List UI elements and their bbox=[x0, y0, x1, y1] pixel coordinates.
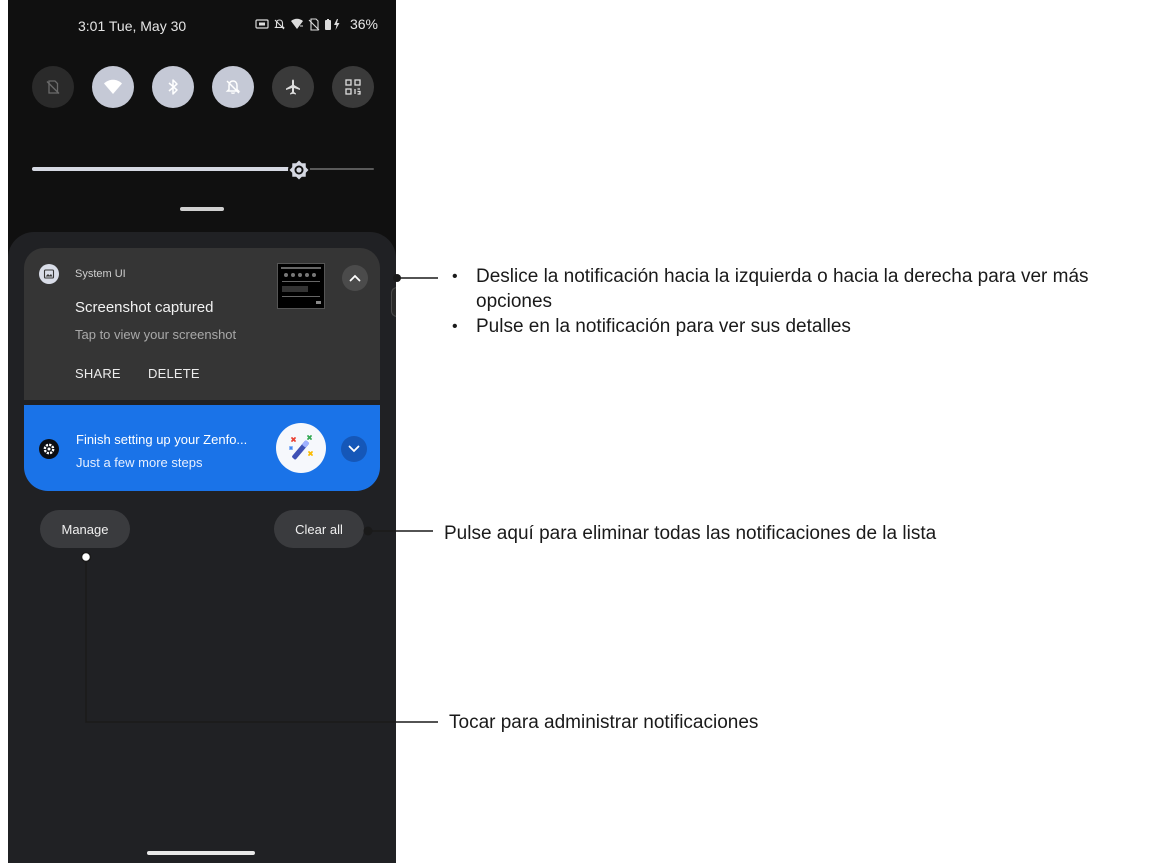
tile-do-not-disturb[interactable] bbox=[212, 66, 254, 108]
expand-button[interactable] bbox=[341, 436, 367, 462]
tile-airplane[interactable] bbox=[272, 66, 314, 108]
side-panel-handle[interactable] bbox=[391, 287, 396, 317]
clear-all-button[interactable]: Clear all bbox=[274, 510, 364, 548]
screenshot-thumbnail[interactable] bbox=[277, 263, 325, 309]
chevron-up-icon bbox=[349, 274, 361, 282]
gear-icon bbox=[39, 439, 59, 459]
status-icons: 36% bbox=[255, 16, 378, 32]
qr-code-icon bbox=[345, 79, 361, 95]
status-time: 3:01 Tue, May 30 bbox=[78, 18, 187, 34]
brightness-slider[interactable] bbox=[32, 156, 374, 184]
shade-drag-handle[interactable] bbox=[180, 207, 224, 211]
annotation-clear-all: Pulse aquí para eliminar todas las notif… bbox=[444, 523, 937, 544]
navigation-handle[interactable] bbox=[147, 851, 255, 855]
image-icon bbox=[39, 264, 59, 284]
bluetooth-icon bbox=[168, 79, 178, 95]
notification-title: Screenshot captured bbox=[75, 299, 214, 316]
notification-text: Just a few more steps bbox=[76, 455, 203, 470]
manage-button[interactable]: Manage bbox=[40, 510, 130, 548]
annotation-manage: Tocar para administrar notificaciones bbox=[449, 712, 759, 733]
tile-wifi[interactable] bbox=[92, 66, 134, 108]
delete-button[interactable]: DELETE bbox=[148, 366, 200, 381]
screenshot-icon bbox=[255, 19, 269, 29]
brightness-thumb[interactable] bbox=[285, 156, 313, 184]
airplane-icon bbox=[286, 79, 300, 95]
tile-qr-scanner[interactable] bbox=[332, 66, 374, 108]
no-sim-icon bbox=[308, 17, 320, 31]
annotation-swipe: Deslice la notificación hacia la izquier… bbox=[448, 264, 1148, 314]
notification-title: Finish setting up your Zenfo... bbox=[76, 432, 248, 447]
brightness-icon bbox=[287, 159, 310, 181]
brightness-fill bbox=[32, 167, 299, 171]
battery-percentage: 36% bbox=[349, 16, 378, 32]
notification-screenshot[interactable]: System UI Screenshot captured Tap to vie… bbox=[24, 248, 380, 400]
wifi-icon bbox=[290, 18, 303, 29]
notification-app-name: System UI bbox=[75, 268, 126, 280]
phone-screen: 3:01 Tue, May 30 36% System UI Screensho… bbox=[8, 0, 396, 863]
status-bar: 3:01 Tue, May 30 36% bbox=[8, 0, 396, 50]
quick-settings-tiles bbox=[32, 66, 374, 108]
magic-wand-icon bbox=[276, 423, 326, 473]
no-sim-icon bbox=[46, 80, 60, 94]
battery-charging-icon bbox=[324, 18, 340, 30]
tile-no-sim[interactable] bbox=[32, 66, 74, 108]
annotation-tap-details: Pulse en la notificación para ver sus de… bbox=[448, 314, 1148, 339]
notification-text: Tap to view your screenshot bbox=[75, 327, 237, 342]
collapse-button[interactable] bbox=[342, 265, 368, 291]
wifi-icon bbox=[104, 79, 122, 94]
bell-off-icon bbox=[225, 80, 241, 94]
annotation-swipe-list: Deslice la notificación hacia la izquier… bbox=[448, 264, 1148, 339]
notification-setup[interactable]: Finish setting up your Zenfo... Just a f… bbox=[24, 405, 380, 491]
bell-off-icon bbox=[274, 18, 285, 29]
chevron-down-icon bbox=[348, 445, 360, 453]
share-button[interactable]: SHARE bbox=[75, 366, 121, 381]
tile-bluetooth[interactable] bbox=[152, 66, 194, 108]
